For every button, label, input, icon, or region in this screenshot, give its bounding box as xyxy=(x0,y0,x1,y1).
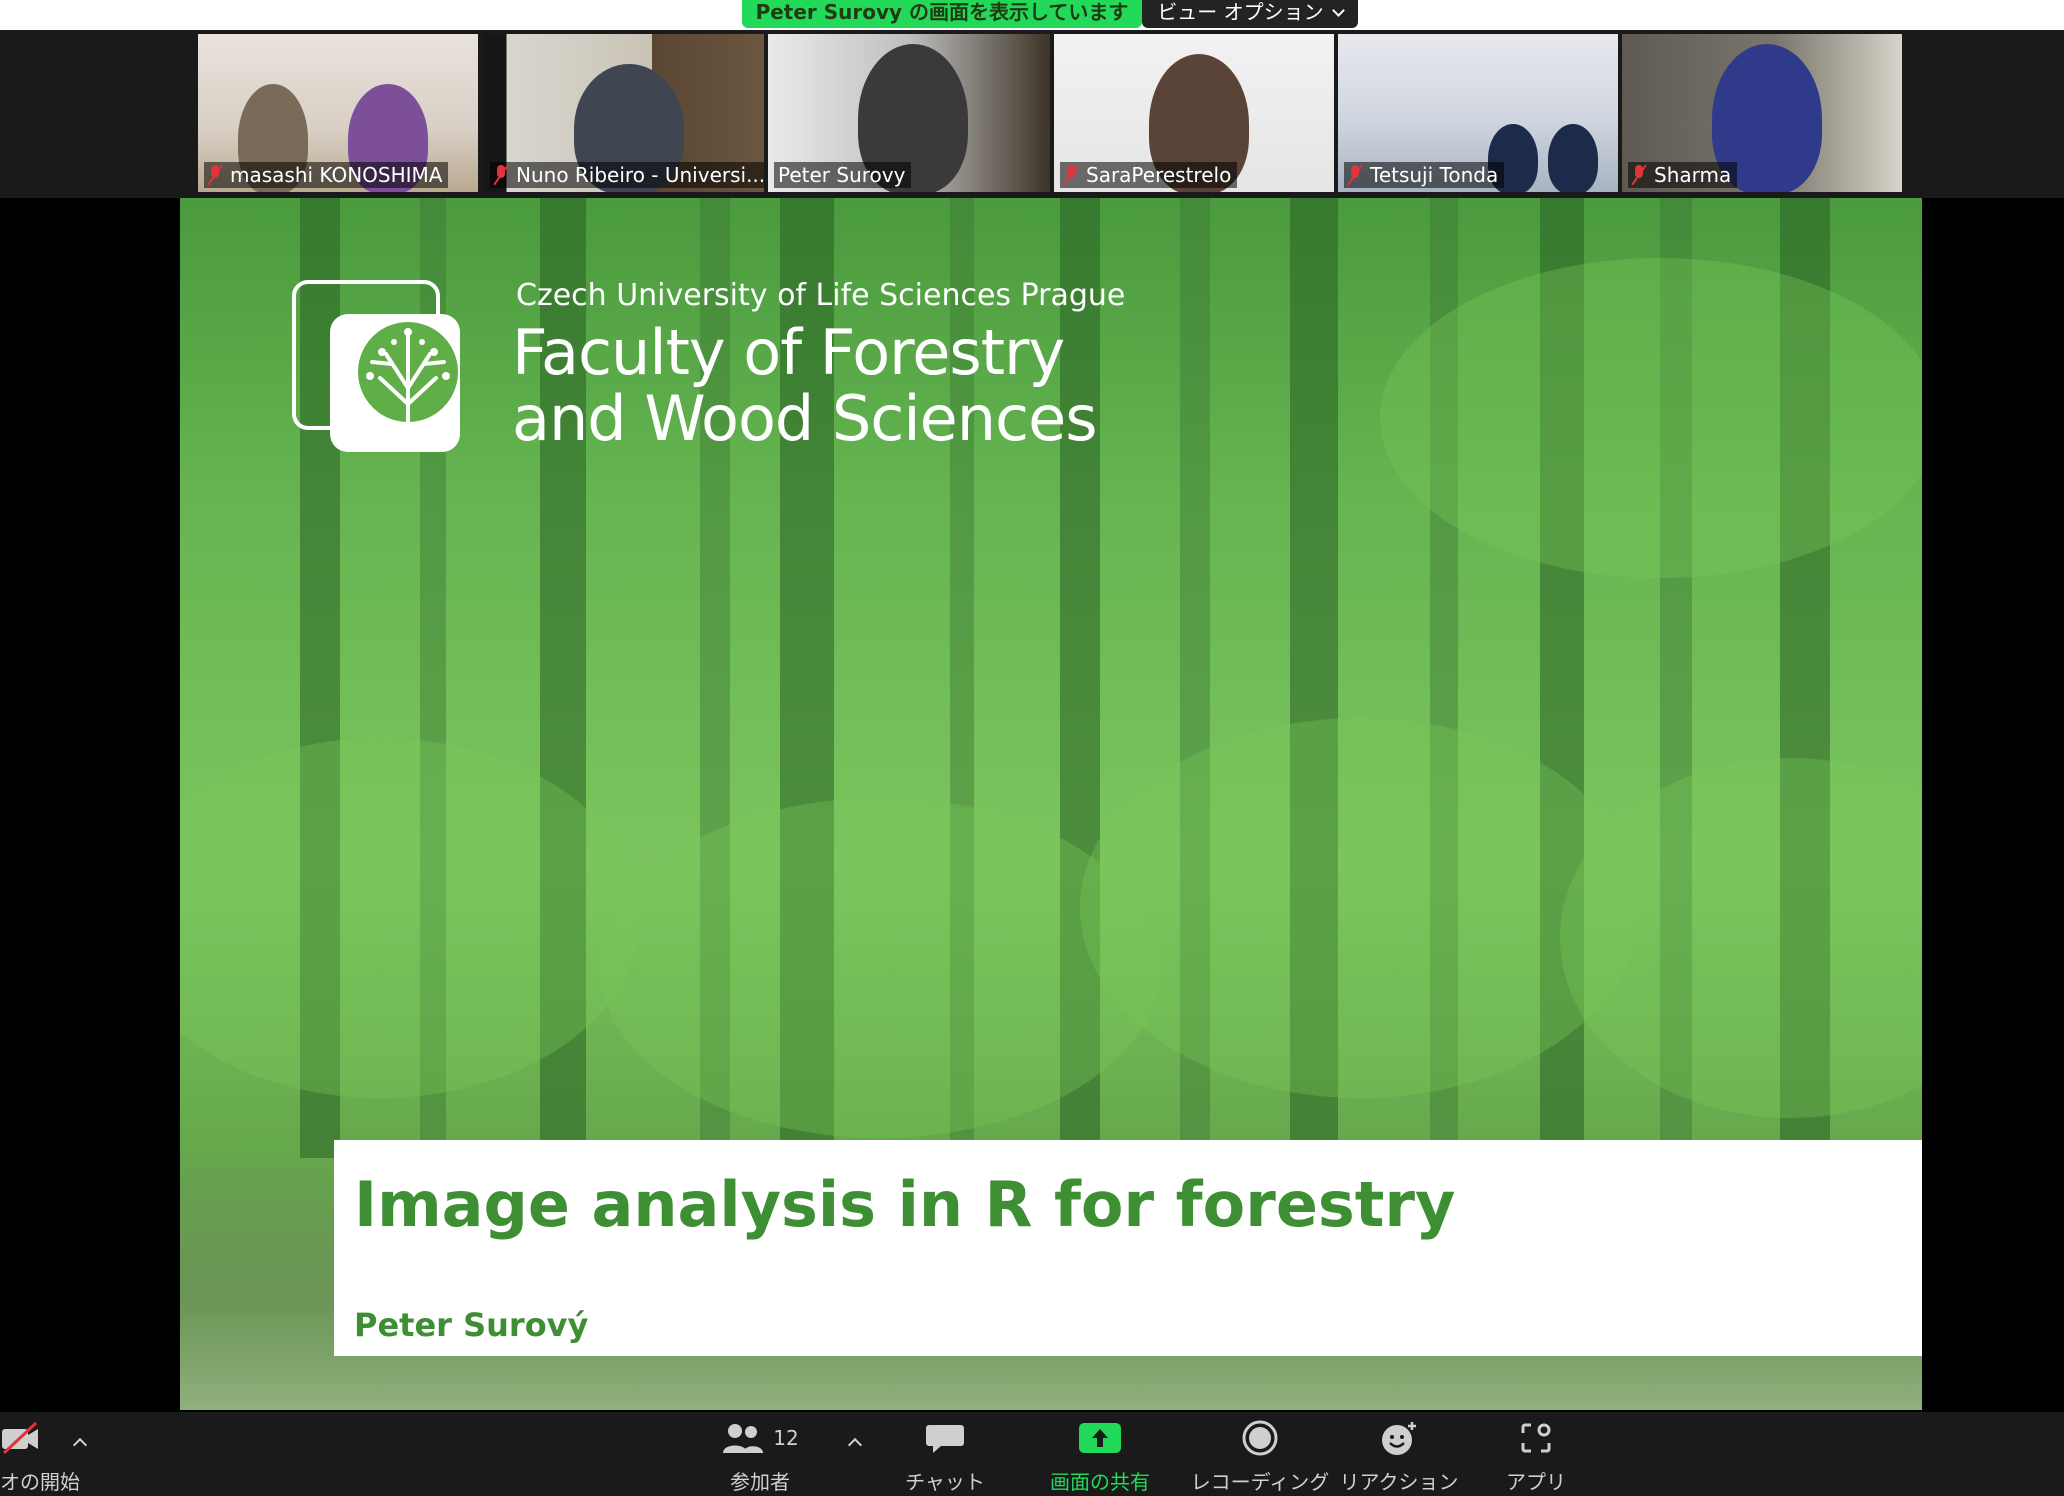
participants-icon: 12 xyxy=(721,1412,799,1464)
screen-share-banner: Peter Surovy の画面を表示しています xyxy=(742,0,1142,28)
participant-tile-4[interactable]: SaraPerestrelo xyxy=(1054,34,1334,192)
participant-tile-2[interactable]: Nuno Ribeiro - Universi... xyxy=(484,34,764,192)
faculty-name-line-2: and Wood Sciences xyxy=(512,382,1098,455)
participants-label: 参加者 xyxy=(730,1470,790,1494)
apps-icon xyxy=(1519,1412,1553,1464)
meeting-toolbar: オの開始 12 参加者 チャット 画面の共有 レコーディング リアクション アプ… xyxy=(0,1412,2064,1496)
start-video-button[interactable]: オの開始 xyxy=(0,1412,80,1496)
faculty-name-line-1: Faculty of Forestry xyxy=(512,316,1065,389)
tree-logo-icon xyxy=(358,322,458,444)
participant-name: Nuno Ribeiro - Universi... xyxy=(490,162,764,188)
foliage xyxy=(600,798,1160,1138)
view-options-button[interactable]: ビュー オプション xyxy=(1142,0,1358,28)
participant-name: Tetsuji Tonda xyxy=(1344,162,1505,188)
foliage xyxy=(1380,258,1922,578)
mic-muted-icon xyxy=(1064,165,1078,185)
presentation-slide: Czech University of Life Sciences Prague… xyxy=(180,198,1922,1410)
apps-label: アプリ xyxy=(1506,1470,1566,1494)
chat-label: チャット xyxy=(905,1470,985,1494)
chat-icon xyxy=(925,1412,965,1464)
participant-tile-6[interactable]: Sharma xyxy=(1622,34,1902,192)
apps-button[interactable]: アプリ xyxy=(1496,1412,1576,1496)
participant-tile-3[interactable]: Peter Surovy xyxy=(768,34,1050,192)
office-chair xyxy=(1548,124,1598,192)
share-screen-icon xyxy=(1078,1412,1122,1464)
slide-author: Peter Surový xyxy=(354,1306,589,1344)
share-screen-label: 画面の共有 xyxy=(1050,1470,1150,1494)
reactions-icon xyxy=(1379,1412,1419,1464)
mic-muted-icon xyxy=(1632,165,1646,185)
mic-muted-icon xyxy=(1348,165,1362,185)
record-icon xyxy=(1242,1412,1278,1464)
video-options-caret[interactable] xyxy=(72,1437,88,1453)
chat-button[interactable]: チャット xyxy=(900,1412,990,1496)
participant-name: SaraPerestrelo xyxy=(1060,162,1238,188)
chevron-down-icon xyxy=(1331,4,1345,17)
slide-title: Image analysis in R for forestry xyxy=(354,1168,1456,1241)
slide-title-box: Image analysis in R for forestry Peter S… xyxy=(334,1140,1922,1356)
foliage xyxy=(1080,718,1640,1098)
participants-button[interactable]: 12 参加者 xyxy=(712,1412,808,1496)
participants-count: 12 xyxy=(773,1426,799,1450)
shared-screen[interactable]: Czech University of Life Sciences Prague… xyxy=(0,198,2064,1412)
faculty-logo xyxy=(330,314,460,452)
participant-name: Sharma xyxy=(1628,162,1738,188)
participant-tile-5[interactable]: Tetsuji Tonda xyxy=(1338,34,1618,192)
participant-strip: masashi KONOSHIMA Nuno Ribeiro - Univers… xyxy=(0,30,2064,198)
participant-name: masashi KONOSHIMA xyxy=(204,162,449,188)
record-label: レコーディング xyxy=(1190,1470,1330,1494)
start-video-label: オの開始 xyxy=(0,1470,80,1494)
university-name: Czech University of Life Sciences Prague xyxy=(516,278,1126,313)
reactions-label: リアクション xyxy=(1339,1470,1459,1494)
share-screen-button[interactable]: 画面の共有 xyxy=(1040,1412,1160,1496)
participant-tile-1[interactable]: masashi KONOSHIMA xyxy=(198,34,478,192)
video-off-icon xyxy=(0,1412,44,1464)
top-bar: Peter Surovy の画面を表示しています ビュー オプション xyxy=(0,0,2064,30)
participants-options-caret[interactable] xyxy=(847,1437,863,1453)
mic-muted-icon xyxy=(208,165,222,185)
mic-muted-icon xyxy=(494,165,508,185)
participant-name: Peter Surovy xyxy=(774,162,912,188)
foliage xyxy=(1560,758,1922,1118)
view-options-label: ビュー オプション xyxy=(1157,0,1324,24)
reactions-button[interactable]: リアクション xyxy=(1340,1412,1459,1496)
record-button[interactable]: レコーディング xyxy=(1190,1412,1330,1496)
